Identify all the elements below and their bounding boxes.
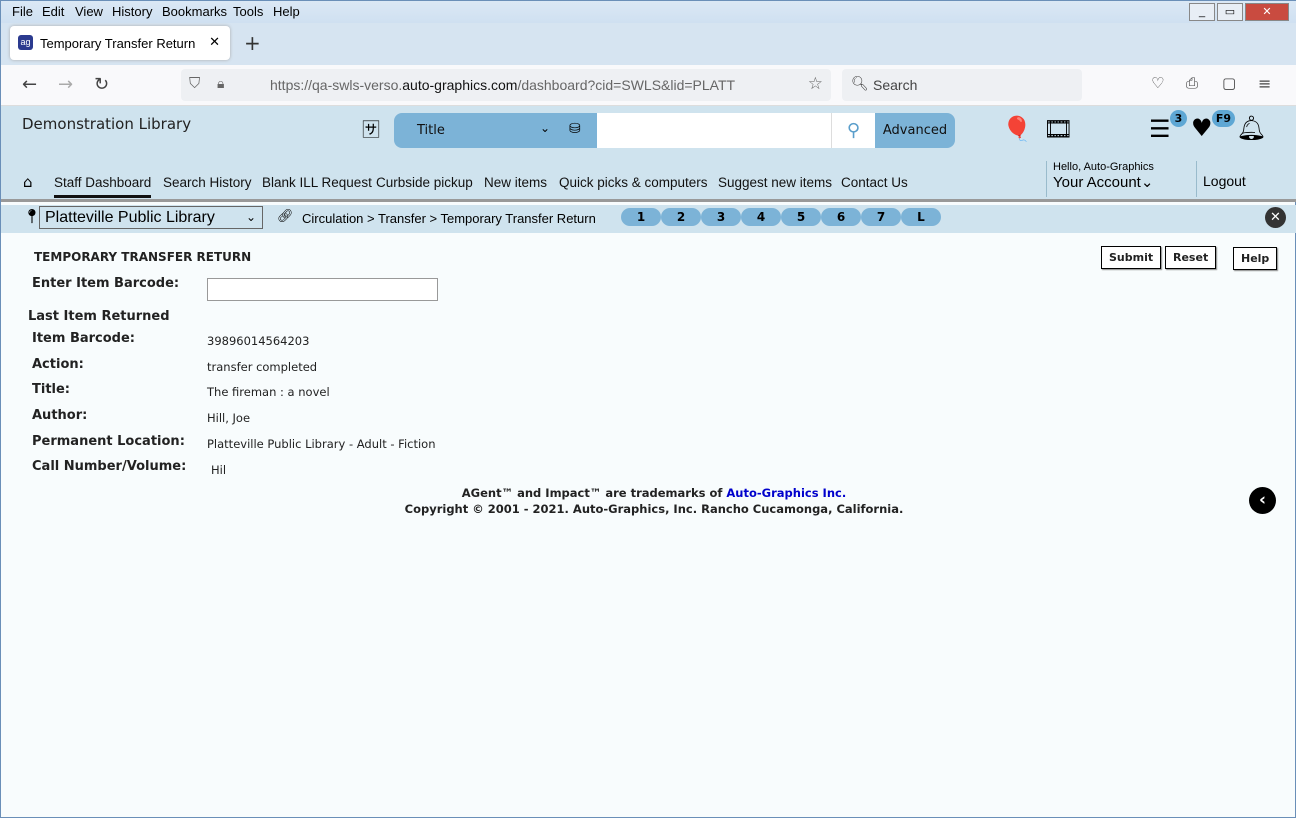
action-value: transfer completed <box>207 360 318 374</box>
hamburger-menu-icon[interactable]: ≡ <box>1258 74 1271 93</box>
quick-tab-1[interactable]: 1 <box>621 208 661 226</box>
location-value: Platteville Public Library - Adult - Fic… <box>207 437 436 451</box>
nav-contact-us[interactable]: Contact Us <box>841 175 908 190</box>
author-value: Hill, Joe <box>207 411 251 425</box>
menu-file[interactable]: File <box>12 4 33 19</box>
breadcrumb: Circulation > Transfer > Temporary Trans… <box>302 211 596 226</box>
auto-graphics-link[interactable]: Auto-Graphics Inc. <box>726 486 846 500</box>
nav-quick-picks[interactable]: Quick picks & computers <box>559 175 708 190</box>
search-icon[interactable]: ⚲ <box>831 113 875 148</box>
lock-icon: 🔒︎ <box>217 75 225 91</box>
new-tab-button[interactable]: + <box>244 31 261 55</box>
extension-icon[interactable]: ▢ <box>1222 74 1236 92</box>
chevron-left-icon[interactable]: ‹ <box>1249 487 1276 514</box>
tab-title: Temporary Transfer Return | SWLS <box>40 36 200 51</box>
bookmark-star-icon[interactable]: ☆ <box>808 74 823 94</box>
nav-blank-ill-request[interactable]: Blank ILL Request <box>262 175 372 190</box>
menu-bookmarks[interactable]: Bookmarks <box>162 4 227 19</box>
quick-tab-6[interactable]: 6 <box>821 208 861 226</box>
bell-icon[interactable]: 🔔︎ <box>1236 114 1266 142</box>
logout-link[interactable]: Logout <box>1196 161 1246 197</box>
menu-tools[interactable]: Tools <box>233 4 263 19</box>
chevron-down-icon: ⌄ <box>1140 174 1154 191</box>
quick-tab-7[interactable]: 7 <box>861 208 901 226</box>
close-icon[interactable]: ✕ <box>1265 207 1286 228</box>
browser-search-input[interactable]: 🔍︎ Search <box>842 69 1082 101</box>
link-icon: 🔗︎ <box>277 209 294 224</box>
maximize-button[interactable]: ▭ <box>1217 3 1243 21</box>
list-badge: 3 <box>1170 110 1187 127</box>
home-icon[interactable]: ⌂ <box>23 173 33 191</box>
barcode-label: Enter Item Barcode: <box>32 276 180 291</box>
menu-help[interactable]: Help <box>273 4 300 19</box>
quick-tab-3[interactable]: 3 <box>701 208 741 226</box>
digital-resources-icon[interactable]: 🎞 <box>1043 115 1073 143</box>
nav-staff-dashboard[interactable]: Staff Dashboard <box>54 175 152 198</box>
menu-history[interactable]: History <box>112 4 152 19</box>
window-close-button[interactable]: ✕ <box>1245 3 1289 21</box>
forward-button[interactable]: → <box>58 74 73 95</box>
quick-tab-4[interactable]: 4 <box>741 208 781 226</box>
pocket-icon[interactable]: ♡ <box>1151 74 1164 92</box>
search-bar: Title ⌄ ⛁ ⚲ Advanced <box>394 113 955 148</box>
nav-suggest-new-items[interactable]: Suggest new items <box>718 175 832 190</box>
list-icon[interactable]: ☰ <box>1149 115 1171 143</box>
quick-tab-5[interactable]: 5 <box>781 208 821 226</box>
menu-view[interactable]: View <box>75 4 103 19</box>
title-value: The fireman : a novel <box>207 385 330 399</box>
nav-new-items[interactable]: New items <box>484 175 547 190</box>
reload-button[interactable]: ↻ <box>94 74 109 95</box>
chevron-down-icon[interactable]: ⌄ <box>540 121 550 135</box>
menu-edit[interactable]: Edit <box>42 4 64 19</box>
chevron-down-icon: ⌄ <box>245 210 256 224</box>
translate-icon[interactable]: 🈂︎ <box>362 116 380 142</box>
back-button[interactable]: ← <box>22 74 37 95</box>
favicon-icon: ag <box>18 35 33 50</box>
tab-close-icon[interactable]: ✕ <box>209 34 220 50</box>
quick-tab-l[interactable]: L <box>901 208 941 226</box>
quick-tab-2[interactable]: 2 <box>661 208 701 226</box>
item-barcode-value: 39896014564203 <box>207 334 310 348</box>
database-icon[interactable]: ⛁ <box>569 121 581 137</box>
balloon-icon[interactable]: 🎈 <box>1002 115 1032 143</box>
browser-tab[interactable]: ag Temporary Transfer Return | SWLS ✕ <box>10 26 230 60</box>
advanced-search-button[interactable]: Advanced <box>875 123 955 138</box>
help-button[interactable]: Help <box>1233 247 1278 270</box>
library-name: Demonstration Library <box>22 115 192 133</box>
menu-bar: File Edit View History Bookmarks Tools H… <box>1 1 1296 23</box>
submit-button[interactable]: Submit <box>1101 246 1162 269</box>
search-icon: 🔍︎ <box>851 75 869 91</box>
favorites-badge: F9 <box>1212 110 1235 127</box>
last-item-heading: Last Item Returned <box>28 309 170 324</box>
minimize-button[interactable]: _ <box>1189 3 1215 21</box>
footer: AGent™ and Impact™ are trademarks of Aut… <box>404 486 904 516</box>
call-number-value: Hil <box>211 463 227 477</box>
shield-icon: ⛉ <box>189 75 201 92</box>
url-bar[interactable]: ⛉ 🔒︎ https://qa-swls-verso.auto-graphics… <box>181 69 831 101</box>
account-menu[interactable]: Hello, Auto-Graphics Your Account⌄ <box>1046 161 1154 197</box>
page-title: TEMPORARY TRANSFER RETURN <box>34 250 252 264</box>
reset-button[interactable]: Reset <box>1165 246 1217 269</box>
nav-curbside-pickup[interactable]: Curbside pickup <box>376 175 473 190</box>
heart-icon[interactable]: ♥ <box>1191 114 1213 142</box>
search-type-select[interactable]: Title <box>417 123 445 138</box>
barcode-input[interactable] <box>207 278 438 301</box>
print-icon[interactable]: ⎙ <box>1186 74 1198 92</box>
library-select[interactable]: Platteville Public Library ⌄ <box>39 206 263 229</box>
nav-search-history[interactable]: Search History <box>163 175 252 190</box>
